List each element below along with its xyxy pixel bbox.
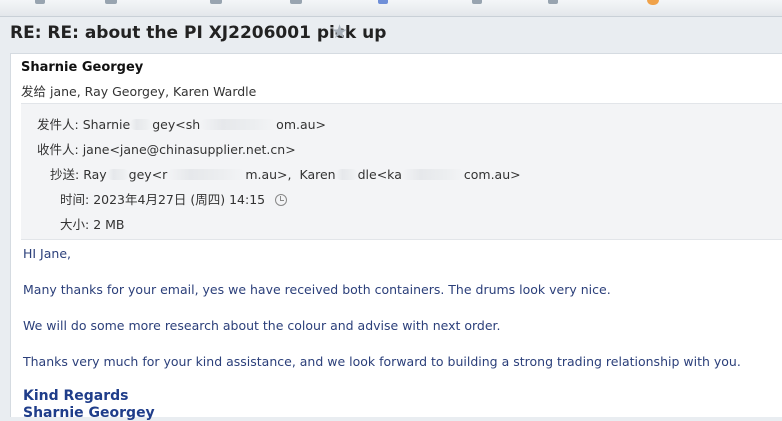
cc-recipient-1[interactable]: Ray xyxy=(83,167,106,182)
body-paragraph-3: Thanks very much for your kind assistanc… xyxy=(23,354,741,369)
star-icon[interactable]: ★ xyxy=(331,21,348,43)
redaction-blur xyxy=(200,119,277,130)
subject-bar: RE: RE: about the PI XJ2206001 pick up ★ xyxy=(0,17,782,51)
redaction-blur xyxy=(401,169,464,180)
from-email-end[interactable]: om.au> xyxy=(276,117,326,132)
cc-recipient-2-email[interactable]: dle<ka xyxy=(358,167,402,182)
toolbar-strip xyxy=(0,0,782,17)
toolbar-icon[interactable] xyxy=(105,0,117,4)
to-address[interactable]: jane<jane@chinasupplier.net.cn> xyxy=(83,142,296,157)
body-regards: Kind Regards xyxy=(23,388,129,404)
sender-name[interactable]: Sharnie Georgey xyxy=(21,60,143,75)
cc-label: 抄送: xyxy=(50,167,80,182)
body-paragraph-2: We will do some more research about the … xyxy=(23,318,501,333)
toolbar-icon[interactable] xyxy=(472,0,482,4)
size-row: 大小: 2 MB xyxy=(60,214,125,233)
body-greeting: HI Jane, xyxy=(23,246,71,261)
time-label: 时间: xyxy=(60,192,90,207)
cc-recipient-2[interactable]: Karen xyxy=(299,167,335,182)
email-subject: RE: RE: about the PI XJ2206001 pick up xyxy=(10,23,387,43)
from-email-start[interactable]: gey<sh xyxy=(152,117,200,132)
cc-recipient-1-email-end[interactable]: m.au>, xyxy=(245,167,291,182)
email-header-details: 发件人: Sharnie gey<sh om.au> 收件人: jane<jane@… xyxy=(21,103,782,240)
to-row: 收件人: jane<jane@chinasupplier.net.cn> xyxy=(37,139,296,158)
size-value: 2 MB xyxy=(93,217,125,232)
toolbar-icon[interactable] xyxy=(548,0,558,4)
body-paragraph-1: Many thanks for your email, yes we have … xyxy=(23,282,611,297)
from-label: 发件人: xyxy=(37,117,79,132)
signature-name: Sharnie Georgey xyxy=(23,405,155,421)
toolbar-icon[interactable] xyxy=(647,0,659,5)
redaction-blur xyxy=(130,119,153,130)
toolbar-icon[interactable] xyxy=(35,0,45,4)
from-name[interactable]: Sharnie xyxy=(83,117,131,132)
recipients-summary: 发给 jane, Ray Georgey, Karen Wardle xyxy=(21,84,257,99)
cc-row: 抄送: Ray gey<r m.au>, Karen dle<ka com.au> xyxy=(50,164,521,183)
from-row: 发件人: Sharnie gey<sh om.au> xyxy=(37,114,326,133)
redaction-blur xyxy=(106,169,129,180)
size-label: 大小: xyxy=(60,217,90,232)
time-value: 2023年4月27日 (周四) 14:15 xyxy=(93,192,266,207)
cc-recipient-1-email[interactable]: gey<r xyxy=(129,167,168,182)
toolbar-icon[interactable] xyxy=(210,0,222,4)
cc-recipient-2-email-end[interactable]: com.au> xyxy=(464,167,521,182)
redaction-blur xyxy=(167,169,246,180)
time-row: 时间: 2023年4月27日 (周四) 14:15 xyxy=(60,189,288,208)
toolbar-icon[interactable] xyxy=(290,0,302,4)
to-label: 收件人: xyxy=(37,142,79,157)
history-icon[interactable] xyxy=(275,194,288,206)
redaction-blur xyxy=(335,169,358,180)
toolbar-icon[interactable] xyxy=(378,0,388,4)
email-card: Sharnie Georgey 发给 jane, Ray Georgey, Ka… xyxy=(10,53,782,421)
